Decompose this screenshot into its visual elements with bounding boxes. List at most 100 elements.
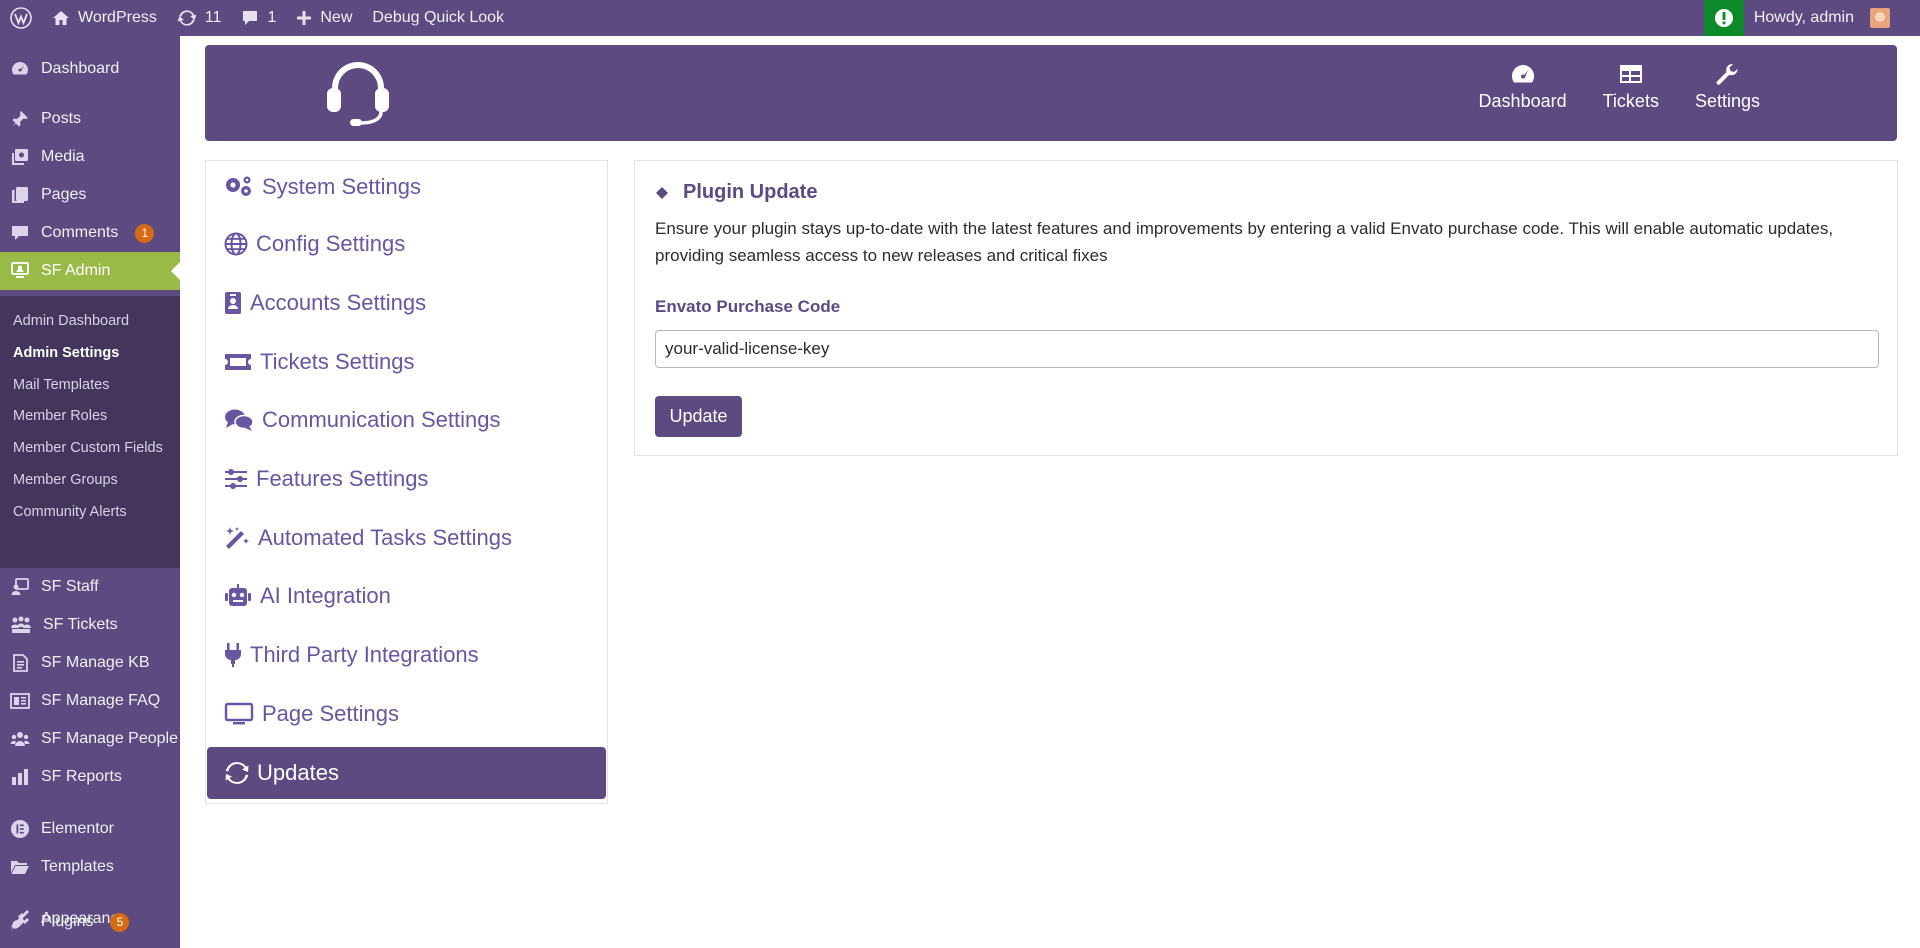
sidebar-item-elementor[interactable]: Elementor xyxy=(0,810,180,848)
sidebar-item-pages[interactable]: Pages xyxy=(0,176,180,214)
plugins-badge: 5 xyxy=(110,912,130,932)
settings-nav-label: Updates xyxy=(257,760,339,785)
diamond-icon xyxy=(655,186,669,200)
submenu-member-roles[interactable]: Member Roles xyxy=(0,401,180,433)
purchase-code-input[interactable] xyxy=(655,330,1879,368)
settings-nav-label: Features Settings xyxy=(256,466,429,491)
submenu-member-custom-fields[interactable]: Member Custom Fields xyxy=(0,433,180,465)
sidebar-item-sf-manage-kb[interactable]: SF Manage KB xyxy=(0,644,180,682)
robot-icon xyxy=(224,584,252,608)
settings-nav-page[interactable]: Page Settings xyxy=(206,688,607,740)
debug-quick-look-link[interactable]: Debug Quick Look xyxy=(362,0,514,36)
support-logo xyxy=(321,57,395,129)
current-menu-arrow xyxy=(171,262,180,280)
settings-nav-features[interactable]: Features Settings xyxy=(206,453,607,505)
home-icon xyxy=(52,9,70,27)
settings-nav-label: Third Party Integrations xyxy=(250,642,479,667)
sidebar-item-media[interactable]: Media xyxy=(0,138,180,176)
sidebar-item-comments[interactable]: Comments 1 xyxy=(0,214,180,252)
submenu-member-groups[interactable]: Member Groups xyxy=(0,465,180,497)
my-account-menu[interactable]: Howdy, admin xyxy=(1744,0,1920,36)
new-content-link[interactable]: New xyxy=(286,0,362,36)
header-nav-label: Tickets xyxy=(1602,91,1659,111)
wordpress-logo-icon xyxy=(10,7,32,29)
sidebar-item-label: Posts xyxy=(41,110,82,127)
ticket-icon xyxy=(224,351,252,373)
magic-wand-icon xyxy=(224,526,250,550)
settings-nav-label: Page Settings xyxy=(262,701,399,726)
refresh-icon xyxy=(177,9,197,27)
settings-nav-label: Config Settings xyxy=(256,231,406,256)
staff-icon xyxy=(10,577,30,597)
updates-link[interactable]: 11 xyxy=(167,0,232,36)
folder-icon xyxy=(10,857,30,877)
site-health-alert[interactable] xyxy=(1703,0,1744,36)
sidebar-item-sf-admin[interactable]: SF Admin xyxy=(0,252,180,290)
new-label: New xyxy=(320,9,353,26)
exclamation-icon xyxy=(1714,8,1734,28)
plugin-update-panel: Plugin Update Ensure your plugin stays u… xyxy=(634,160,1898,456)
tickets-icon xyxy=(10,615,32,635)
settings-nav-system[interactable]: System Settings xyxy=(206,161,607,213)
settings-nav-ai-integration[interactable]: AI Integration xyxy=(206,570,607,622)
sidebar-item-sf-staff[interactable]: SF Staff xyxy=(0,568,180,606)
comment-bubble-icon xyxy=(241,9,259,27)
kb-icon xyxy=(10,653,30,673)
globe-icon xyxy=(224,232,248,256)
submenu-community-alerts[interactable]: Community Alerts xyxy=(0,497,180,529)
sidebar-item-sf-manage-faq[interactable]: SF Manage FAQ xyxy=(0,682,180,720)
reports-icon xyxy=(10,767,30,787)
submenu-admin-settings[interactable]: Admin Settings xyxy=(0,338,180,370)
dashboard-icon xyxy=(10,59,30,79)
pin-icon xyxy=(10,109,30,129)
sidebar-item-label: SF Admin xyxy=(41,262,111,279)
settings-nav-label: AI Integration xyxy=(260,583,391,608)
plus-icon xyxy=(296,10,312,26)
settings-nav-label: Accounts Settings xyxy=(250,290,427,315)
sidebar-item-label: SF Manage KB xyxy=(41,654,150,671)
sidebar-item-label: SF Reports xyxy=(41,768,122,785)
wrench-icon xyxy=(1715,63,1739,85)
sidebar-item-label: SF Manage People xyxy=(41,730,178,747)
monitor-icon xyxy=(224,702,254,726)
comments-icon xyxy=(224,408,254,432)
settings-nav-config[interactable]: Config Settings xyxy=(206,218,607,270)
settings-nav-communication[interactable]: Communication Settings xyxy=(206,394,607,446)
media-icon xyxy=(10,147,30,167)
sidebar-item-sf-manage-people[interactable]: SF Manage People xyxy=(0,720,180,758)
settings-nav-automated-tasks[interactable]: Automated Tasks Settings xyxy=(206,512,607,564)
sliders-icon xyxy=(224,467,248,491)
plug-icon xyxy=(224,642,242,668)
headset-icon xyxy=(321,57,395,129)
update-button[interactable]: Update xyxy=(655,396,742,437)
id-badge-icon xyxy=(224,291,242,315)
sidebar-item-sf-reports[interactable]: SF Reports xyxy=(0,758,180,796)
sidebar-item-plugins[interactable]: Plugins 5 xyxy=(0,903,180,941)
wp-logo-menu[interactable] xyxy=(0,0,42,36)
sidebar-item-posts[interactable]: Posts xyxy=(0,100,180,138)
settings-nav-accounts[interactable]: Accounts Settings xyxy=(206,277,607,329)
sidebar-item-sf-tickets[interactable]: SF Tickets xyxy=(0,606,180,644)
header-nav-tickets[interactable]: Tickets xyxy=(1603,63,1659,112)
avatar xyxy=(1870,8,1890,28)
settings-nav-label: Communication Settings xyxy=(262,407,501,432)
settings-nav-third-party[interactable]: Third Party Integrations xyxy=(206,629,607,681)
elementor-icon xyxy=(10,819,30,839)
people-icon xyxy=(10,729,30,749)
submenu-admin-dashboard[interactable]: Admin Dashboard xyxy=(0,306,180,338)
sidebar-item-templates[interactable]: Templates xyxy=(0,848,180,886)
sidebar-item-label: Dashboard xyxy=(41,60,120,77)
submenu-mail-templates[interactable]: Mail Templates xyxy=(0,370,180,402)
settings-nav-tickets[interactable]: Tickets Settings xyxy=(206,336,607,388)
comments-link[interactable]: 1 xyxy=(231,0,286,36)
settings-nav-label: System Settings xyxy=(262,174,421,199)
site-name-link[interactable]: WordPress xyxy=(42,0,167,36)
admin-icon xyxy=(10,261,30,281)
sync-icon xyxy=(225,761,249,785)
updates-count: 11 xyxy=(204,9,222,26)
settings-nav-updates[interactable]: Updates xyxy=(207,747,606,799)
header-nav-dashboard[interactable]: Dashboard xyxy=(1479,63,1567,112)
header-nav-settings[interactable]: Settings xyxy=(1695,63,1760,112)
settings-nav-label: Automated Tasks Settings xyxy=(258,525,512,550)
sidebar-item-dashboard[interactable]: Dashboard xyxy=(0,50,180,88)
